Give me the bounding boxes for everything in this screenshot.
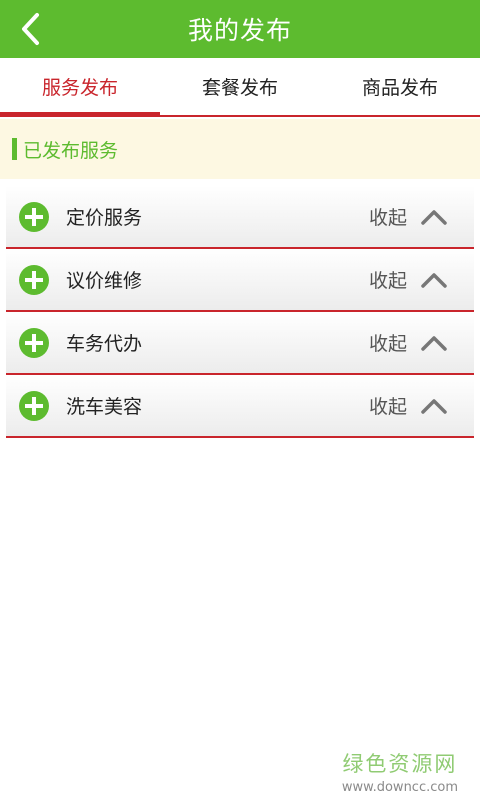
- list-item-vehicle-errands[interactable]: 车务代办 收起: [6, 312, 474, 375]
- section-accent-bar: [12, 138, 17, 160]
- section-header: 已发布服务: [0, 119, 480, 179]
- tab-package-publish[interactable]: 套餐发布: [160, 58, 320, 115]
- section-label: 已发布服务: [23, 139, 119, 162]
- collapse-label[interactable]: 收起: [369, 266, 407, 293]
- chevron-up-icon[interactable]: [420, 397, 448, 415]
- list-item-label: 车务代办: [66, 333, 143, 355]
- watermark-text: 绿色资源网: [342, 752, 458, 776]
- page-title: 我的发布: [187, 16, 292, 45]
- list-item-label: 议价维修: [66, 270, 143, 292]
- list-item-fixed-price-service[interactable]: 定价服务 收起: [6, 186, 474, 249]
- collapse-label[interactable]: 收起: [369, 329, 407, 356]
- tab-product-publish[interactable]: 商品发布: [320, 58, 480, 115]
- list-item-label: 洗车美容: [66, 396, 143, 418]
- service-list: 定价服务 收起 议价维修 收起 车务代办 收起 洗车美容 收起: [6, 186, 474, 438]
- collapse-label[interactable]: 收起: [369, 203, 407, 230]
- chevron-up-icon[interactable]: [420, 208, 448, 226]
- tab-service-publish[interactable]: 服务发布: [0, 58, 160, 117]
- list-item-label: 定价服务: [66, 207, 143, 229]
- chevron-left-icon: [22, 13, 39, 45]
- back-button[interactable]: [8, 4, 52, 54]
- plus-circle-icon[interactable]: [19, 264, 49, 295]
- tab-bar: 服务发布 套餐发布 商品发布: [0, 58, 480, 117]
- plus-circle-icon[interactable]: [19, 327, 49, 358]
- list-item-negotiated-repair[interactable]: 议价维修 收起: [6, 249, 474, 312]
- watermark-url: www.downcc.com: [341, 780, 458, 795]
- plus-circle-icon[interactable]: [19, 201, 49, 232]
- app-header: 我的发布: [0, 0, 480, 58]
- chevron-up-icon[interactable]: [420, 334, 448, 352]
- collapse-label[interactable]: 收起: [369, 392, 407, 419]
- list-item-car-wash-beauty[interactable]: 洗车美容 收起: [6, 375, 474, 438]
- plus-circle-icon[interactable]: [19, 390, 49, 421]
- chevron-up-icon[interactable]: [420, 271, 448, 289]
- watermark: 绿色资源网 www.downcc.com: [342, 748, 458, 795]
